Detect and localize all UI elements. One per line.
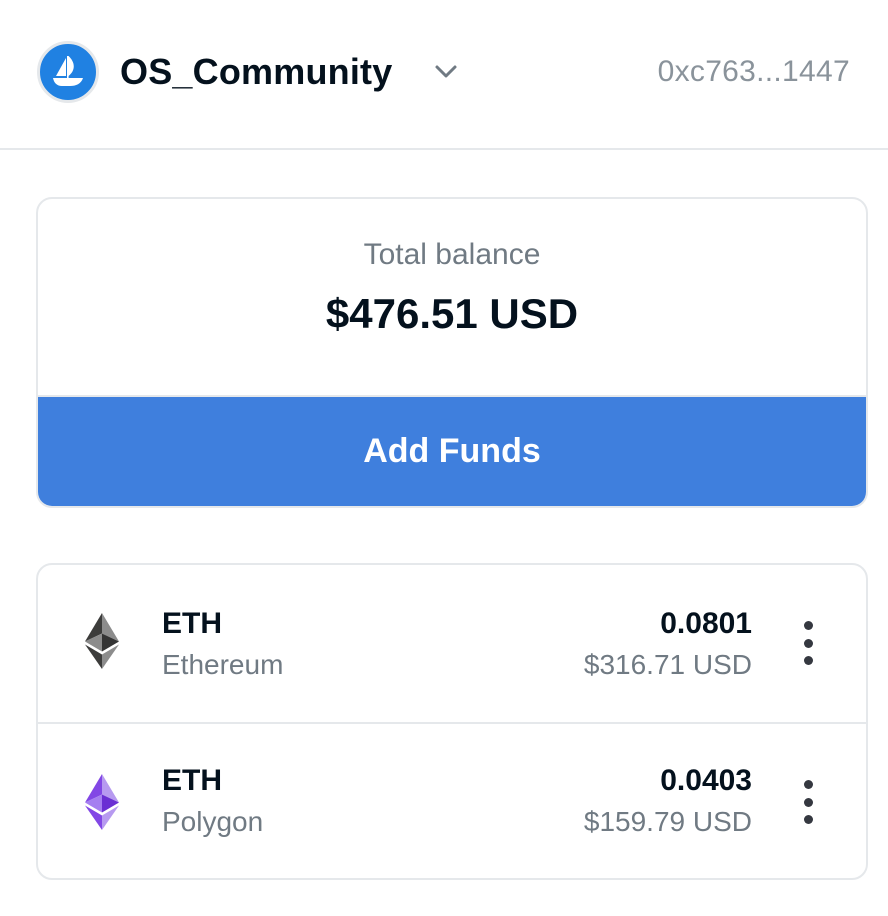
dot: [803, 797, 813, 807]
balance-label: Total balance: [363, 238, 541, 271]
token-network: Ethereum: [162, 649, 284, 680]
polygon-eth-icon: [85, 774, 119, 830]
dot: [803, 621, 813, 630]
opensea-ship-icon[interactable]: [37, 41, 99, 103]
token-symbol: ETH: [162, 607, 222, 640]
balance-value: $476.51 USD: [325, 290, 579, 337]
token-row-eth-ethereum[interactable]: ETH Ethereum 0.0801 $316.71 USD: [38, 565, 866, 722]
chevron-down-icon[interactable]: [432, 58, 460, 86]
token-list: ETH Ethereum 0.0801 $316.71 USD ETH Poly…: [36, 563, 868, 880]
token-amount: 0.0801: [660, 607, 752, 640]
more-options-icon[interactable]: [796, 780, 820, 824]
dot: [803, 780, 813, 789]
wallet-address[interactable]: 0xc763...1447: [658, 52, 850, 92]
ethereum-icon: [85, 613, 119, 669]
dot: [803, 656, 813, 665]
wallet-panel: OS_Community 0xc763...1447 Total balance…: [0, 0, 888, 916]
token-network: Polygon: [162, 806, 264, 837]
wallet-header: OS_Community 0xc763...1447: [0, 0, 888, 150]
add-funds-button[interactable]: Add Funds: [38, 395, 866, 506]
dot: [803, 815, 813, 824]
token-row-eth-polygon[interactable]: ETH Polygon 0.0403 $159.79 USD: [38, 722, 866, 878]
token-symbol: ETH: [162, 764, 222, 797]
dot: [803, 638, 813, 648]
more-options-icon[interactable]: [796, 621, 820, 665]
token-amount: 0.0403: [660, 764, 752, 797]
token-usd-value: $159.79 USD: [583, 806, 752, 837]
token-usd-value: $316.71 USD: [583, 649, 752, 680]
account-name[interactable]: OS_Community: [120, 48, 392, 96]
balance-card: Total balance $476.51 USD Add Funds: [36, 197, 868, 508]
